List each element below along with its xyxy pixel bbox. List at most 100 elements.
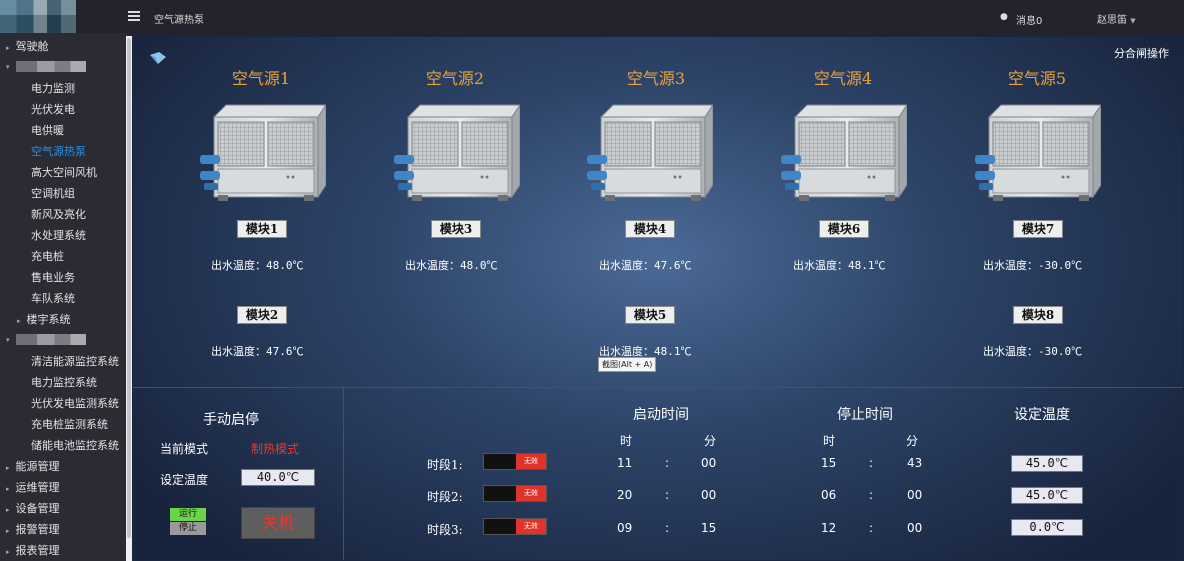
blurred-label [15, 333, 86, 345]
sidebar-group-blurred[interactable]: ▾ [6, 59, 86, 72]
module-badge[interactable]: 模块2 [237, 306, 287, 324]
sidebar-item-alarm-mgmt[interactable]: ▸ 报警管理 [6, 521, 60, 537]
run-button[interactable]: 运行 [170, 508, 206, 521]
tag-icon [150, 52, 166, 64]
sidebar-group-blurred-2[interactable]: ▾ [6, 332, 86, 345]
period-toggle[interactable]: 无效 [483, 518, 547, 535]
period-temperature-input[interactable]: 45.0℃ [1011, 487, 1083, 504]
outlet-temperature: 出水温度：48.0℃ [211, 259, 304, 272]
period-temperature-input[interactable]: 45.0℃ [1011, 455, 1083, 472]
set-temperature-input[interactable]: 40.0℃ [241, 469, 315, 486]
unit-title: 空气源2 [425, 69, 485, 88]
module-badge[interactable]: 模块6 [819, 220, 869, 238]
sidebar-item-power-control[interactable]: 电力监控系统 [31, 374, 97, 390]
heat-pump-image [781, 104, 907, 202]
module-badge[interactable]: 模块7 [1013, 220, 1063, 238]
period-toggle[interactable]: 无效 [483, 485, 547, 502]
sidebar-item-fresh-air[interactable]: 新风及亮化 [31, 206, 86, 222]
outlet-temperature: 出水温度：48.0℃ [405, 259, 498, 272]
chevron-right-icon: ▸ [6, 44, 10, 52]
set-temperature-label: 设定温度 [160, 473, 209, 487]
sidebar: ▸ 驾驶舱 ▾ 电力监测 光伏发电 电供暖 空气源热泵 高大空间风机 空调机组 新… [0, 33, 127, 561]
start-minute[interactable]: 15 [701, 521, 716, 535]
sidebar-item-charger[interactable]: 充电桩 [31, 248, 64, 264]
start-minute[interactable]: 00 [701, 456, 716, 470]
start-hour[interactable]: 09 [617, 521, 632, 535]
sidebar-item-charger-monitor[interactable]: 充电桩监测系统 [31, 416, 108, 432]
heat-pump-image [587, 104, 713, 202]
sidebar-item-clean-energy[interactable]: 清洁能源监控系统 [31, 353, 119, 369]
blurred-label [15, 60, 86, 72]
outlet-temperature: 出水温度：-30.0℃ [983, 345, 1083, 358]
unit-title: 空气源5 [1007, 69, 1067, 88]
period-toggle[interactable]: 无效 [483, 453, 547, 470]
menu-toggle-icon[interactable] [128, 11, 140, 23]
manual-control-title: 手动启停 [203, 412, 259, 428]
chevron-down-icon: ▾ [6, 336, 10, 344]
stop-minute[interactable]: 00 [907, 488, 922, 502]
chevron-right-icon: ▸ [6, 485, 10, 493]
heat-pump-image [975, 104, 1101, 202]
switch-operation-link[interactable]: 分合闸操作 [1114, 45, 1169, 61]
sidebar-item-ops-mgmt[interactable]: ▸ 运维管理 [6, 479, 60, 495]
module-badge[interactable]: 模块5 [625, 306, 675, 324]
stop-button[interactable]: 停止 [170, 522, 206, 535]
sidebar-item-device-mgmt[interactable]: ▸ 设备管理 [6, 500, 60, 516]
chevron-right-icon: ▸ [17, 317, 21, 325]
period-label: 时段1: [427, 458, 463, 472]
time-colon: : [869, 488, 874, 502]
outlet-temperature: 出水温度：47.6℃ [599, 259, 692, 272]
chevron-right-icon: ▸ [6, 464, 10, 472]
time-colon: : [665, 488, 670, 502]
sidebar-item-air-source-heat-pump[interactable]: 空气源热泵 [31, 143, 86, 159]
screenshot-tooltip: 截图(Alt + A) [598, 357, 657, 372]
sidebar-item-cockpit[interactable]: ▸ 驾驶舱 [6, 38, 49, 54]
scrollbar-thumb[interactable] [127, 38, 131, 538]
sidebar-item-pv-monitor[interactable]: 光伏发电监测系统 [31, 395, 119, 411]
stop-minute[interactable]: 00 [907, 521, 922, 535]
module-badge[interactable]: 模块4 [625, 220, 675, 238]
module-badge[interactable]: 模块8 [1013, 306, 1063, 324]
start-hour[interactable]: 11 [617, 456, 632, 470]
messages-link[interactable]: 消息0 [1016, 12, 1042, 27]
hour-label: 时 [620, 434, 633, 448]
hour-label: 时 [823, 434, 836, 448]
stop-hour[interactable]: 06 [821, 488, 836, 502]
stop-time-header: 停止时间 [837, 407, 893, 423]
sidebar-item-pv[interactable]: 光伏发电 [31, 101, 75, 117]
sidebar-item-fan[interactable]: 高大空间风机 [31, 164, 97, 180]
stop-hour[interactable]: 15 [821, 456, 836, 470]
power-off-button[interactable]: 关机 [241, 507, 315, 539]
sidebar-item-power-sales[interactable]: 售电业务 [31, 269, 75, 285]
start-minute[interactable]: 00 [701, 488, 716, 502]
stop-hour[interactable]: 12 [821, 521, 836, 535]
set-temperature-header: 设定温度 [1014, 407, 1070, 423]
toggle-state: 无效 [516, 486, 546, 501]
minute-label: 分 [906, 434, 919, 448]
logo [0, 0, 76, 33]
chevron-right-icon: ▸ [6, 506, 10, 514]
divider [133, 387, 1183, 388]
sidebar-item-water[interactable]: 水处理系统 [31, 227, 86, 243]
period-temperature-input[interactable]: 0.0℃ [1011, 519, 1083, 536]
sidebar-item-energy-mgmt[interactable]: ▸ 能源管理 [6, 458, 60, 474]
heat-pump-dashboard: 分合闸操作 空气源1 模块1 出水温度：48.0℃ 模块2 出水温度：47.6℃… [132, 36, 1184, 561]
period-label: 时段2: [427, 490, 463, 504]
sidebar-item-electric-heating[interactable]: 电供暖 [31, 122, 64, 138]
sidebar-item-fleet[interactable]: 车队系统 [31, 290, 75, 306]
unit-title: 空气源4 [813, 69, 873, 88]
sidebar-item-report-mgmt[interactable]: ▸ 报表管理 [6, 542, 60, 558]
module-badge[interactable]: 模块3 [431, 220, 481, 238]
stop-minute[interactable]: 43 [907, 456, 922, 470]
module-badge[interactable]: 模块1 [237, 220, 287, 238]
user-menu[interactable]: 赵思笛 ▼ [1097, 11, 1136, 26]
sidebar-item-battery[interactable]: 储能电池监控系统 [31, 437, 119, 453]
heat-pump-image [200, 104, 326, 202]
sidebar-item-building[interactable]: ▸ 楼宇系统 [17, 311, 71, 327]
bell-icon[interactable]: ● [1000, 12, 1008, 22]
sidebar-item-power-monitor[interactable]: 电力监测 [31, 80, 75, 96]
sidebar-item-ac-unit[interactable]: 空调机组 [31, 185, 75, 201]
time-colon: : [869, 521, 874, 535]
toggle-state: 无效 [516, 519, 546, 534]
start-hour[interactable]: 20 [617, 488, 632, 502]
